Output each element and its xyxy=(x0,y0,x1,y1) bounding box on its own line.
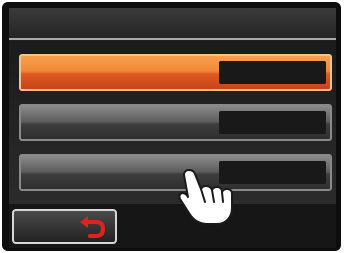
screen-header xyxy=(9,8,336,40)
return-arrow-icon xyxy=(80,216,106,238)
menu-item-1-value xyxy=(219,61,326,84)
menu-item-2[interactable] xyxy=(19,104,332,141)
hand-pointer-icon xyxy=(178,169,233,225)
touch-screen xyxy=(9,8,336,248)
screen-footer xyxy=(9,204,336,248)
menu-item-2-value xyxy=(219,111,326,134)
menu-panel xyxy=(9,41,336,204)
menu-item-1[interactable] xyxy=(19,54,332,91)
back-button[interactable] xyxy=(12,209,117,244)
menu-item-3[interactable] xyxy=(19,154,332,191)
